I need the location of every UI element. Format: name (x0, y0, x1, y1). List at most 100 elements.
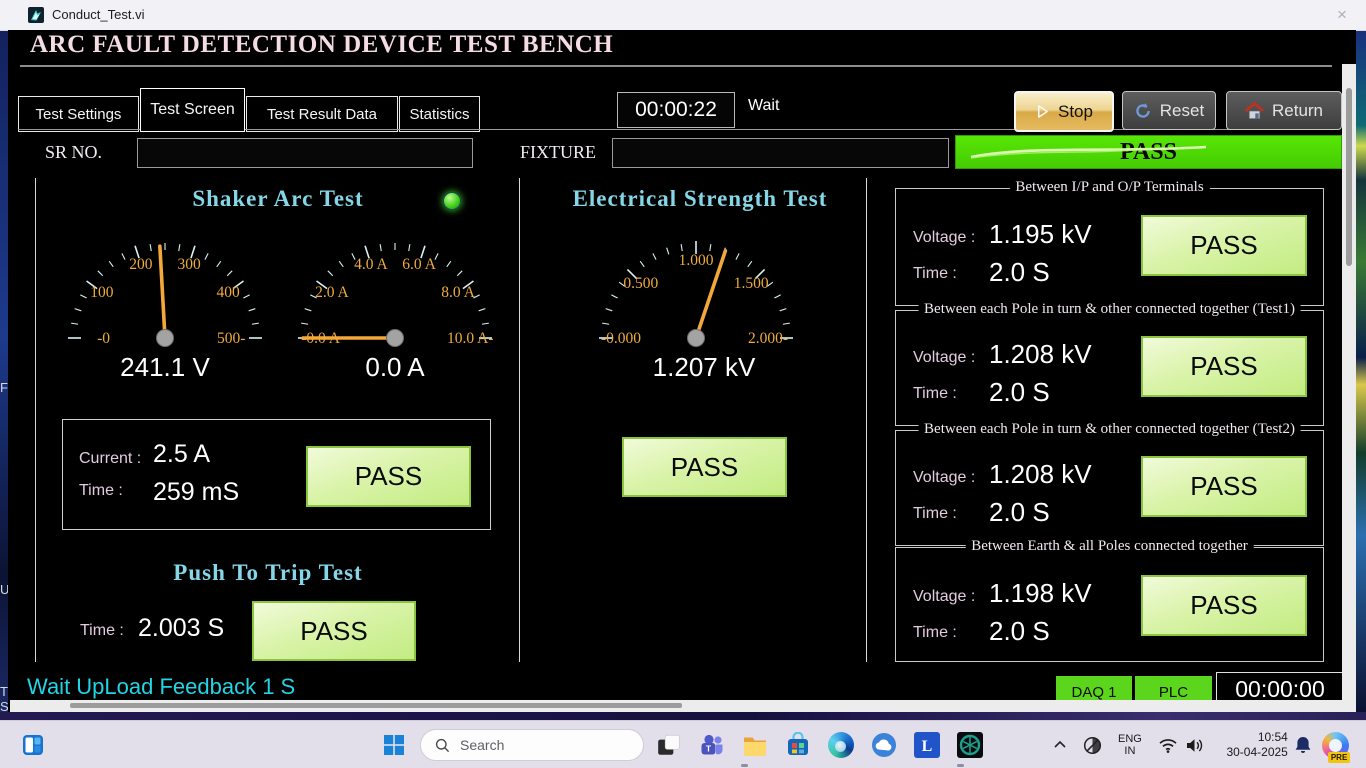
svg-text:0.500: 0.500 (623, 275, 658, 292)
return-label: Return (1272, 101, 1323, 121)
edge-icon[interactable] (828, 732, 854, 758)
shaker-run-led (443, 192, 461, 210)
teams-icon[interactable]: T (699, 732, 725, 758)
tab-test-screen[interactable]: Test Screen (140, 88, 245, 132)
task-view-icon[interactable] (656, 732, 682, 758)
svg-text:L: L (922, 738, 933, 755)
desktop-text-fragment: U (0, 582, 8, 597)
shaker-current-value: 2.5 A (153, 440, 210, 469)
hv-test-box-2: Between each Pole in turn & other connec… (895, 310, 1324, 426)
header-divider (20, 65, 1332, 67)
start-button[interactable] (384, 735, 404, 755)
ptt-pass-indicator: PASS (252, 601, 416, 661)
tab-statistics[interactable]: Statistics (399, 96, 480, 132)
hv-test-3-pass: PASS (1141, 456, 1307, 517)
desktop-background-right (1356, 30, 1366, 712)
shaker-voltage-gauge: -0100200300400500- (55, 232, 275, 352)
fixture-label: FIXTURE (520, 142, 596, 163)
svg-text:-0.000: -0.000 (601, 330, 641, 347)
hv-test-box-3: Between each Pole in turn & other connec… (895, 430, 1324, 546)
shaker-time-value: 259 mS (153, 478, 239, 507)
voltage-value: 1.208 kV (989, 339, 1092, 370)
panel-divider-2 (866, 178, 867, 662)
speaker-icon[interactable] (1185, 737, 1206, 754)
status-text: Wait (748, 97, 779, 115)
desktop-text-fragment: F (0, 380, 8, 395)
horizontal-scrollbar[interactable] (10, 700, 1342, 712)
voltage-label: Voltage : (913, 349, 975, 367)
conduct-app-icon[interactable] (957, 732, 983, 758)
horizontal-scrollbar-thumb[interactable] (70, 703, 682, 708)
labview-vi-icon (28, 7, 44, 23)
clock-date: 30-04-2025 (1216, 745, 1288, 760)
svg-text:1.500: 1.500 (734, 275, 769, 292)
hv-test-2-pass: PASS (1141, 336, 1307, 397)
microsoft-store-icon[interactable] (785, 732, 811, 758)
taskbar-center: Search T (384, 721, 1000, 768)
copilot-pre-badge: PRE (1328, 752, 1350, 763)
time-value: 2.0 S (989, 257, 1050, 288)
language-indicator[interactable]: ENG IN (1118, 733, 1142, 757)
return-button[interactable]: Return (1226, 91, 1342, 130)
stop-button[interactable]: Stop (1014, 91, 1114, 132)
vertical-scrollbar-thumb[interactable] (1346, 88, 1352, 266)
ptt-time-value: 2.003 S (138, 614, 224, 643)
notification-bell-icon[interactable] (1294, 735, 1312, 755)
shaker-current-gauge: -0.0 A2.0 A4.0 A6.0 A8.0 A10.0 A- (285, 232, 505, 352)
hv-test-4-title: Between Earth & all Poles connected toge… (965, 538, 1254, 555)
widgets-icon[interactable] (20, 732, 46, 758)
hv-test-1-title: Between I/P and O/P Terminals (1009, 179, 1209, 196)
shaker-time-label: Time : (79, 482, 123, 500)
shaker-current-readout: 0.0 A (285, 352, 505, 383)
taskbar: Search T (0, 720, 1366, 768)
svg-text:100: 100 (90, 284, 114, 301)
electrical-strength-title: Electrical Strength Test (520, 186, 880, 212)
home-icon (1245, 102, 1264, 120)
play-icon (1035, 104, 1050, 119)
hv-test-1-pass: PASS (1141, 215, 1307, 276)
shaker-voltage-readout: 241.1 V (55, 352, 275, 383)
edge-icon-center (835, 741, 846, 752)
electrical-pass-indicator: PASS (622, 437, 787, 497)
cloud-app-icon[interactable] (871, 732, 897, 758)
tab-test-result-data[interactable]: Test Result Data (246, 96, 398, 132)
reset-button[interactable]: Reset (1122, 91, 1216, 130)
electrical-kv-readout: 1.207 kV (586, 352, 822, 383)
search-input[interactable]: Search (420, 729, 644, 761)
wifi-icon[interactable] (1158, 737, 1178, 754)
hv-test-2-title: Between each Pole in turn & other connec… (918, 301, 1301, 318)
window-title: Conduct_Test.vi (52, 7, 145, 22)
shaker-arc-test-title: Shaker Arc Test (98, 186, 458, 212)
ptt-time-label: Time : (80, 622, 124, 640)
banner-swoosh (956, 136, 1341, 168)
voltage-value: 1.208 kV (989, 459, 1092, 490)
tray-chevron-icon[interactable] (1052, 737, 1068, 753)
file-explorer-icon[interactable] (742, 732, 768, 758)
tab-test-settings[interactable]: Test Settings (18, 96, 139, 132)
svg-text:300: 300 (177, 256, 201, 273)
vertical-scrollbar[interactable] (1342, 64, 1356, 712)
copilot-icon-center (1329, 739, 1342, 752)
svg-text:T: T (706, 744, 712, 754)
sr-no-input[interactable] (137, 138, 473, 168)
svg-text:-0: -0 (97, 330, 110, 347)
privacy-off-icon[interactable] (1082, 735, 1103, 756)
time-value: 2.0 S (989, 497, 1050, 528)
svg-text:4.0 A: 4.0 A (354, 256, 388, 273)
explorer-running-dot (741, 764, 748, 767)
close-button[interactable]: × (1330, 3, 1354, 27)
page-title: ARC FAULT DETECTION DEVICE TEST BENCH (30, 31, 613, 59)
window-titlebar: Conduct_Test.vi × (0, 0, 1366, 31)
fixture-input[interactable] (612, 138, 949, 168)
status-message: Wait UpLoad Feedback 1 S (27, 674, 295, 700)
language-line1: ENG (1118, 733, 1142, 745)
panel-divider-1 (519, 178, 520, 662)
svg-text:2.0 A: 2.0 A (315, 284, 349, 301)
stop-label: Stop (1058, 102, 1093, 122)
svg-text:1.000: 1.000 (679, 252, 714, 269)
search-icon (435, 738, 450, 753)
svg-text:500-: 500- (217, 330, 245, 347)
clock[interactable]: 10:54 30-04-2025 (1216, 730, 1288, 760)
labview-icon[interactable]: L (914, 732, 940, 758)
copilot-icon[interactable]: PRE (1322, 732, 1349, 759)
